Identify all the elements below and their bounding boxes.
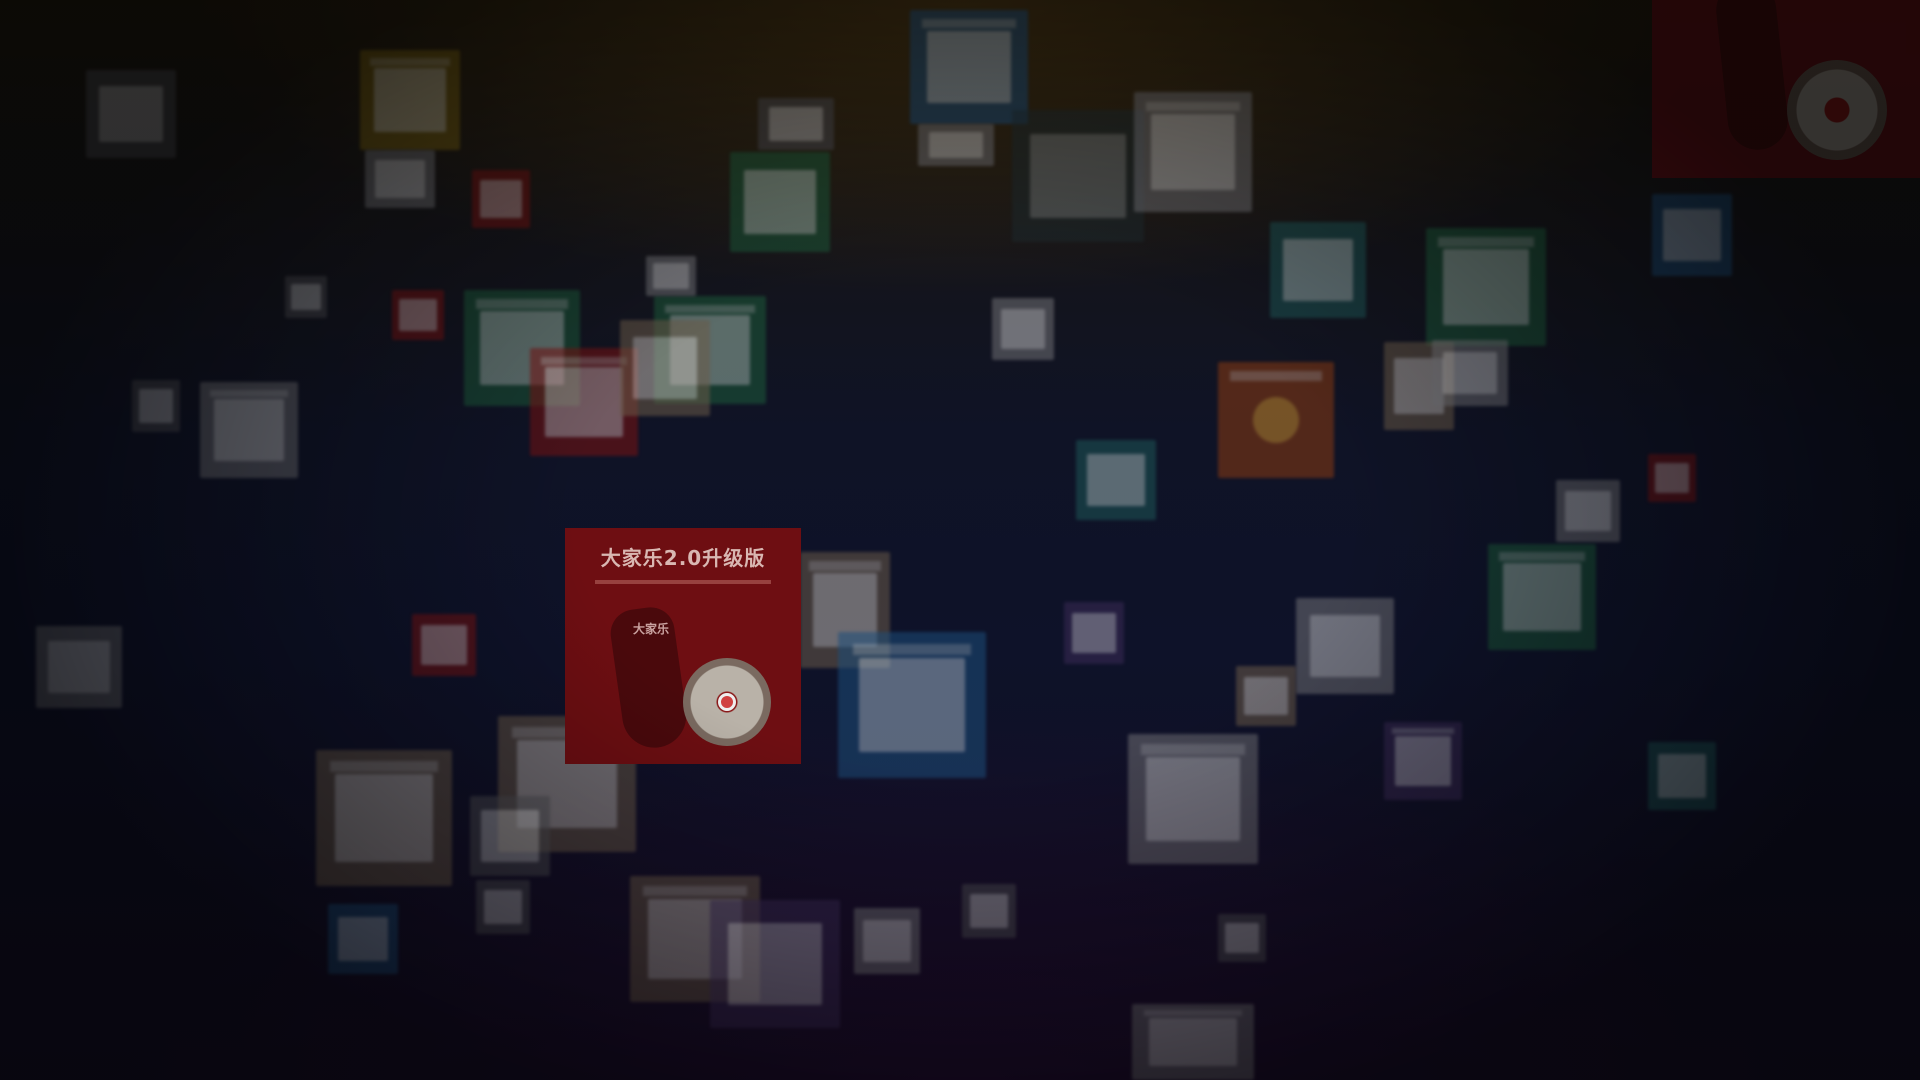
thumbnail [730,152,830,252]
thumbnail [132,380,180,432]
thumbnail [710,900,840,1028]
featured-card-subtitle-line [595,580,771,584]
thumbnail [1556,480,1620,542]
thumbnail [1296,598,1394,694]
thumbnail [285,276,327,318]
thumbnail [476,880,530,934]
thumbnail [1134,92,1252,212]
thumbnail [86,70,176,158]
thumbnail [758,98,834,150]
disc-center-icon [718,693,736,711]
thumbnail [620,320,710,416]
thumbnail [200,382,298,478]
thumbnail [1064,602,1124,664]
thumbnail-wall: 大家乐2.0升级版 大家乐 [0,0,1920,1080]
thumbnail [36,626,122,708]
thumbnail [1128,734,1258,864]
thumbnail [910,10,1028,124]
thumbnail [472,170,530,228]
thumbnail [1012,110,1144,242]
thumbnail [992,298,1054,360]
thumbnail [1132,1004,1254,1080]
thumbnail [1488,544,1596,650]
thumbnail [1426,228,1546,346]
thumbnail [854,908,920,974]
partial-product-card [1652,0,1920,178]
thumbnail [646,256,696,296]
thumbnail [412,614,476,676]
phone-label: 大家乐 [633,622,670,636]
thumbnail [1270,222,1366,318]
thumbnail [328,904,398,974]
thumbnail [1218,362,1334,478]
featured-product-card[interactable]: 大家乐2.0升级版 大家乐 [565,528,801,764]
thumbnail [1648,454,1696,502]
featured-card-title: 大家乐2.0升级版 [600,546,766,570]
thumbnail [1218,914,1266,962]
thumbnail [838,632,986,778]
thumbnail [360,50,460,150]
thumbnail [392,290,444,340]
thumbnail [962,884,1016,938]
thumbnail [316,750,452,886]
phone-image [1713,0,1791,153]
thumbnail [1384,722,1462,800]
thumbnail [1432,340,1508,406]
thumbnail [1648,742,1716,810]
disc-image [1787,60,1887,160]
thumbnail [918,124,994,166]
thumbnail [1076,440,1156,520]
thumbnail [1652,194,1732,276]
thumbnail [365,150,435,208]
thumbnail [1236,666,1296,726]
thumbnail [470,796,550,876]
